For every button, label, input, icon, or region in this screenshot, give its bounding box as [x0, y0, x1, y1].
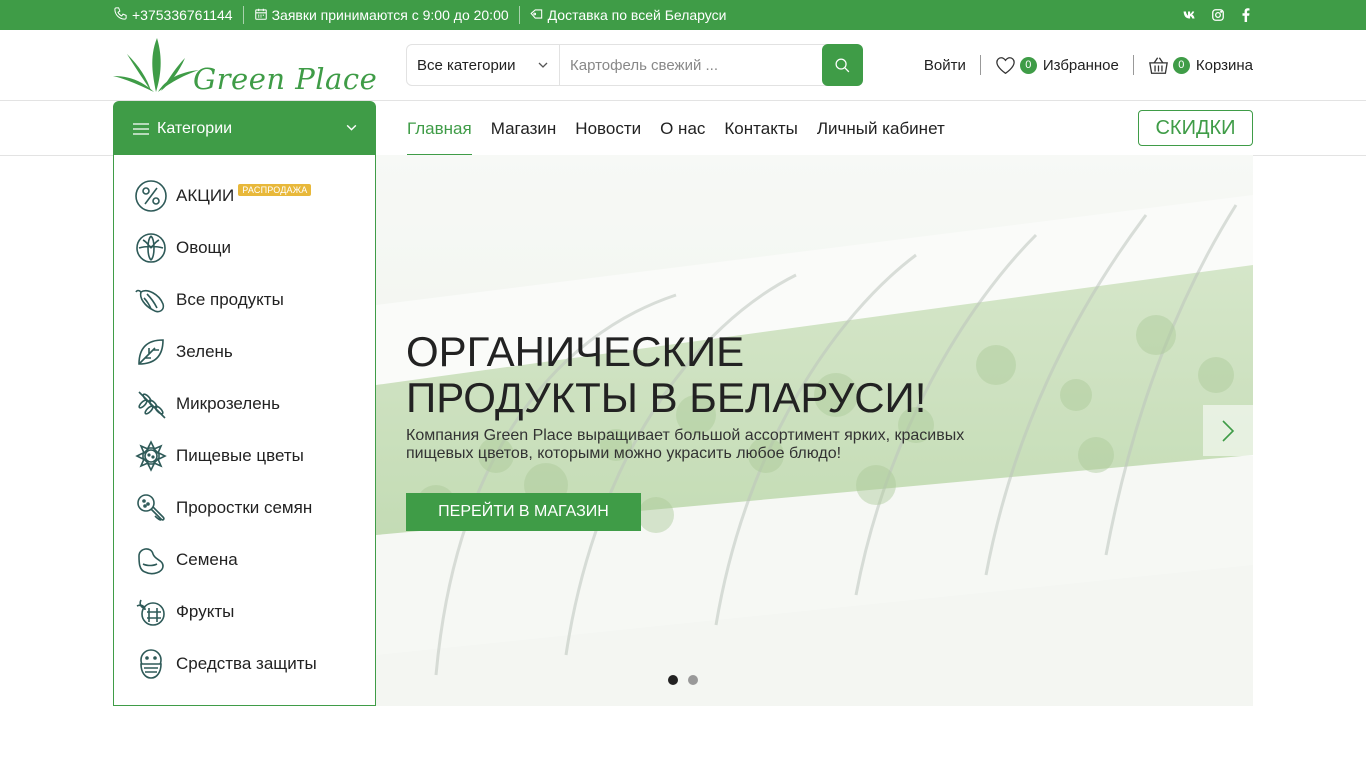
fruit-icon: [134, 595, 168, 629]
phone-number: +375336761144: [132, 7, 233, 23]
category-item-fruits[interactable]: Фрукты: [114, 586, 375, 638]
seed-icon: [134, 543, 168, 577]
search-icon: [835, 57, 850, 72]
menu-icon: [133, 122, 149, 135]
category-item-seeds[interactable]: Семена: [114, 534, 375, 586]
flower-icon: [134, 439, 168, 473]
delivery-text: Доставка по всей Беларуси: [547, 7, 727, 23]
category-label: Проростки семян: [176, 498, 313, 517]
hero-title: ОРГАНИЧЕСКИЕ ПРОДУКТЫ В БЕЛАРУСИ!: [406, 328, 927, 421]
social-links: [1183, 8, 1253, 22]
slider-next-button[interactable]: [1203, 405, 1253, 456]
sprout-icon: [134, 491, 168, 525]
category-item-seed-sprouts[interactable]: Проростки семян: [114, 482, 375, 534]
hours-text: Заявки принимаются с 9:00 до 20:00: [271, 7, 509, 23]
login-link[interactable]: Войти: [924, 57, 966, 74]
slider-dots: [668, 675, 698, 685]
basket-icon: [1148, 56, 1168, 74]
percent-icon: [134, 179, 168, 213]
logo[interactable]: Green Place: [113, 36, 377, 96]
wishlist-count-badge: 0: [1019, 56, 1037, 74]
search-bar: Все категории: [406, 44, 863, 86]
nav-item-about[interactable]: О нас: [660, 101, 705, 156]
category-label: Фрукты: [176, 602, 235, 621]
leaves-logo-icon: [113, 38, 199, 92]
category-item-sales[interactable]: АКЦИИ РАСПРОДАЖА: [114, 170, 375, 222]
categories-toggle-button[interactable]: Категории: [113, 101, 376, 156]
slider-dot-1[interactable]: [668, 675, 678, 685]
divider: [518, 6, 520, 24]
nav-item-home[interactable]: Главная: [407, 101, 472, 156]
chevron-down-icon: [345, 121, 358, 139]
search-button[interactable]: [822, 44, 863, 86]
category-label: Микрозелень: [176, 394, 280, 413]
sale-badge: РАСПРОДАЖА: [238, 184, 312, 196]
delivery-tag-icon: [530, 7, 544, 23]
pepper-icon: [134, 283, 168, 317]
category-item-all-products[interactable]: Все продукты: [114, 274, 375, 326]
cabbage-icon: [134, 231, 168, 265]
category-select-value: Все категории: [417, 56, 516, 74]
header-actions: Войти 0 Избранное 0 Корзина: [924, 30, 1253, 100]
category-item-edible-flowers[interactable]: Пищевые цветы: [114, 430, 375, 482]
wishlist-link[interactable]: 0 Избранное: [995, 56, 1119, 75]
phone-icon: [113, 6, 128, 24]
phone-link[interactable]: +375336761144: [113, 0, 233, 30]
nav-item-shop[interactable]: Магазин: [491, 101, 557, 156]
chevron-down-icon: [537, 58, 549, 75]
wishlist-label: Избранное: [1042, 56, 1119, 74]
divider: [979, 55, 981, 75]
heart-icon: [996, 56, 1015, 74]
hero-slider: ОРГАНИЧЕСКИЕ ПРОДУКТЫ В БЕЛАРУСИ! Компан…: [376, 155, 1253, 706]
nav-item-account[interactable]: Личный кабинет: [817, 101, 945, 156]
working-hours: Заявки принимаются с 9:00 до 20:00: [254, 0, 509, 30]
nav-row: Категории Главная Магазин Новости О нас …: [0, 101, 1366, 156]
category-item-greens[interactable]: Зелень: [114, 326, 375, 378]
slider-dot-2[interactable]: [688, 675, 698, 685]
category-label: АКЦИИ: [176, 186, 235, 205]
mask-icon: [134, 647, 168, 681]
hero-description: Компания Green Place выращивает большой …: [406, 427, 965, 462]
logo-text: Green Place: [193, 62, 378, 96]
chevron-right-icon: [1222, 419, 1235, 442]
wheat-icon: [134, 387, 168, 421]
main-nav: Главная Магазин Новости О нас Контакты Л…: [407, 101, 945, 156]
instagram-icon[interactable]: [1211, 8, 1225, 22]
divider: [242, 6, 244, 24]
vk-icon[interactable]: [1183, 8, 1197, 22]
cart-count-badge: 0: [1172, 56, 1190, 74]
category-label: Все продукты: [176, 290, 284, 309]
category-label: Зелень: [176, 342, 233, 361]
leaf-icon: [134, 335, 168, 369]
cart-label: Корзина: [1195, 56, 1253, 74]
nav-item-news[interactable]: Новости: [575, 101, 641, 156]
category-select[interactable]: Все категории: [407, 45, 560, 85]
category-list: АКЦИИ РАСПРОДАЖА Овощи Все продукты Зеле…: [113, 155, 376, 706]
go-to-shop-button[interactable]: ПЕРЕЙТИ В МАГАЗИН: [406, 493, 641, 531]
nav-item-contacts[interactable]: Контакты: [724, 101, 797, 156]
category-label: Пищевые цветы: [176, 446, 304, 465]
category-item-protection[interactable]: Средства защиты: [114, 638, 375, 690]
categories-label: Категории: [157, 119, 233, 137]
category-item-vegetables[interactable]: Овощи: [114, 222, 375, 274]
category-label: Семена: [176, 550, 238, 569]
facebook-icon[interactable]: [1239, 8, 1253, 22]
calendar-icon: [254, 7, 268, 24]
discounts-button[interactable]: СКИДКИ: [1138, 110, 1253, 146]
header: Green Place Все категории Войти 0 Избран…: [0, 30, 1366, 101]
divider: [1132, 55, 1134, 75]
delivery-info: Доставка по всей Беларуси: [530, 0, 727, 30]
top-bar: +375336761144 Заявки принимаются с 9:00 …: [0, 0, 1366, 30]
category-label: Овощи: [176, 238, 232, 257]
cart-link[interactable]: 0 Корзина: [1148, 56, 1253, 75]
search-input[interactable]: [560, 45, 862, 85]
category-item-microgreens[interactable]: Микрозелень: [114, 378, 375, 430]
category-label: Средства защиты: [176, 654, 317, 673]
